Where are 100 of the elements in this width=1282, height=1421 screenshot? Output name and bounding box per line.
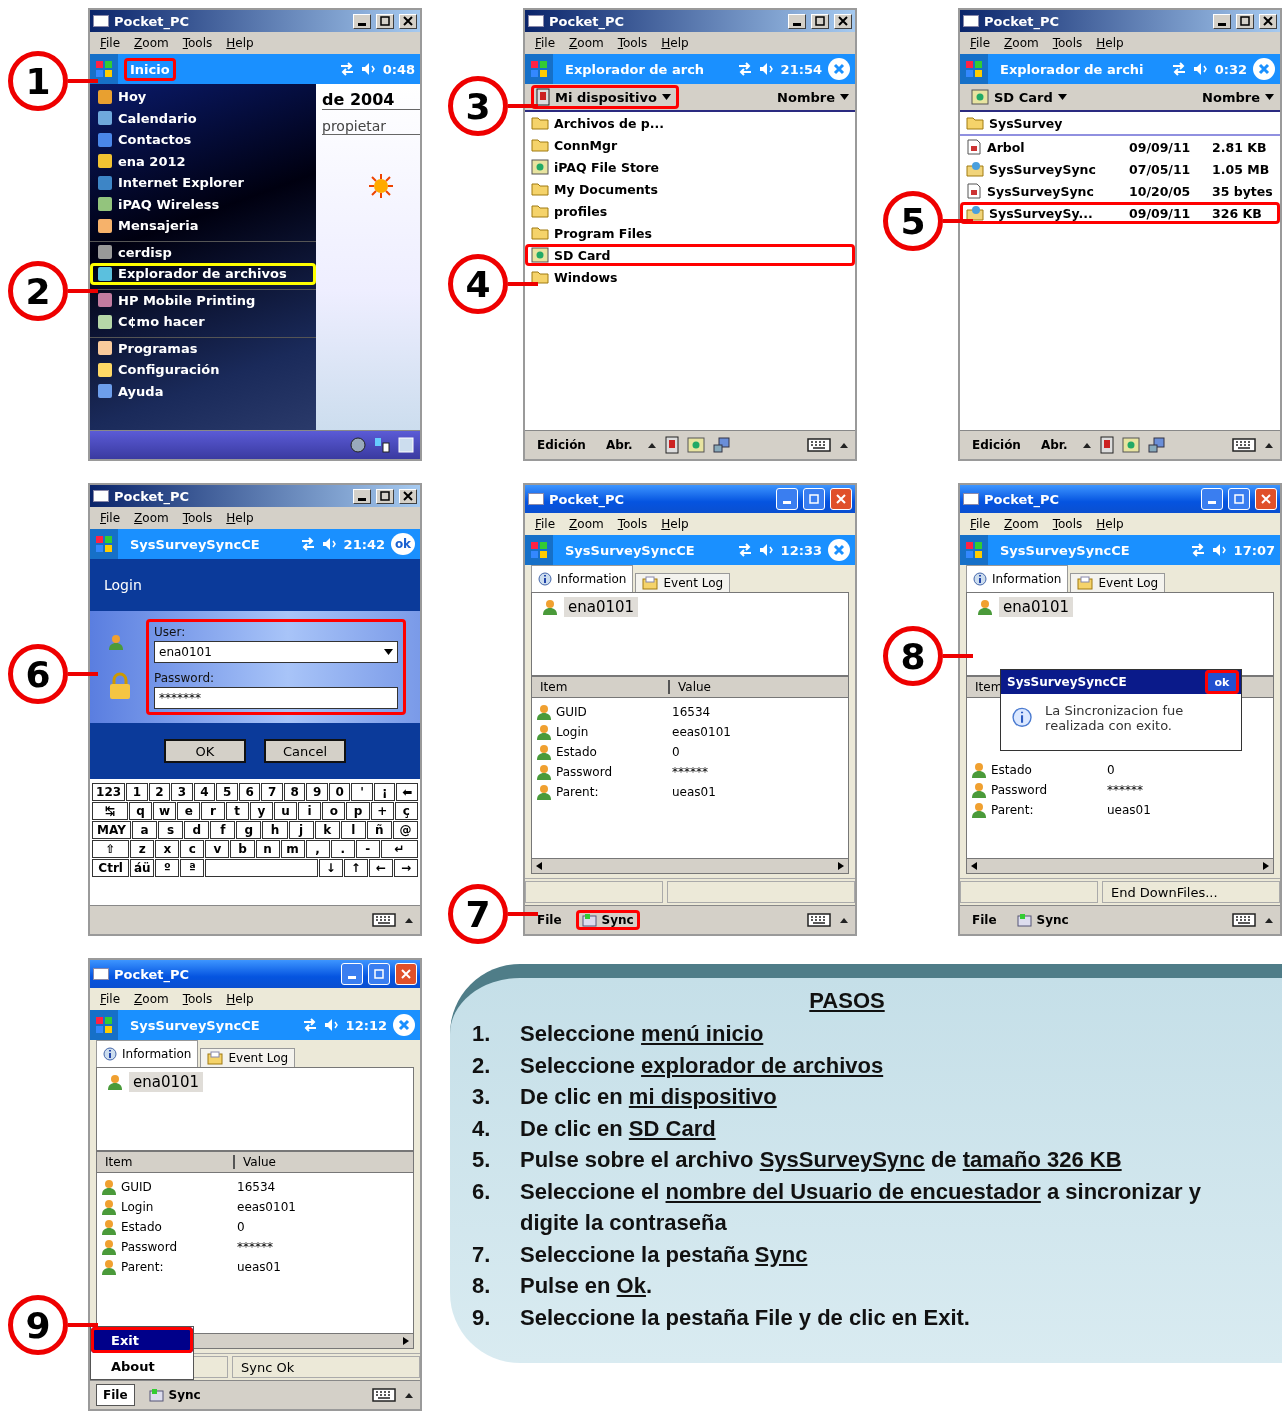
start-button[interactable]	[960, 535, 988, 565]
keyboard-key[interactable]: h	[262, 821, 288, 839]
sort-dropdown[interactable]: Nombre	[777, 89, 849, 105]
speaker-icon[interactable]	[321, 537, 338, 551]
column-header[interactable]: Value	[235, 1155, 284, 1169]
menu-item[interactable]: Tools	[182, 36, 213, 50]
column-header[interactable]: Item	[97, 1155, 235, 1169]
menu-button[interactable]: Abr.	[1034, 435, 1074, 455]
keyboard-key[interactable]: 3	[171, 783, 193, 801]
start-button[interactable]	[90, 54, 118, 84]
start-menu-item[interactable]: HP Mobile Printing	[90, 288, 316, 311]
keyboard-key[interactable]: ↵	[380, 840, 418, 858]
column-header[interactable]: Value	[670, 680, 719, 694]
start-menu-item[interactable]: cerdisp	[90, 240, 316, 263]
start-menu-item[interactable]: iPAQ Wireless	[90, 193, 316, 215]
menu-item[interactable]: Zoom	[134, 36, 169, 50]
keyboard-key[interactable]: ↑	[343, 859, 368, 877]
tab[interactable]: Information	[531, 565, 634, 592]
maximize-button[interactable]	[376, 13, 394, 29]
menu-button[interactable]: File	[966, 910, 1003, 930]
menu-button[interactable]: Sync	[142, 1385, 207, 1405]
start-button[interactable]	[960, 54, 988, 84]
menu-item[interactable]: Tools	[617, 517, 648, 531]
keyboard-key[interactable]: @	[392, 821, 418, 839]
file-row[interactable]: ConnMgr	[525, 134, 855, 156]
space-key[interactable]	[205, 859, 318, 877]
speaker-icon[interactable]	[360, 62, 377, 76]
up-arrow-icon[interactable]	[839, 441, 849, 449]
sync-arrows-icon[interactable]	[338, 62, 355, 76]
menu-button[interactable]: File	[531, 910, 568, 930]
tree-node[interactable]: ena0101	[129, 1072, 204, 1092]
keyboard-key[interactable]: z	[130, 840, 155, 858]
file-row[interactable]: My Documents	[525, 178, 855, 200]
start-menu-item[interactable]: C¢mo hacer	[90, 311, 316, 333]
ok-button[interactable]: ok	[391, 533, 415, 555]
start-menu-item[interactable]: Mensajeria	[90, 215, 316, 237]
menu-item[interactable]: File	[970, 36, 991, 50]
keyboard-key[interactable]: p	[346, 802, 370, 820]
sync-arrows-icon[interactable]	[736, 62, 753, 76]
menu-button[interactable]: Abr.	[599, 435, 639, 455]
close-button[interactable]	[399, 488, 417, 504]
keyboard-key[interactable]: o	[322, 802, 346, 820]
scroll-bar[interactable]	[532, 858, 848, 873]
network-icon[interactable]	[712, 437, 731, 453]
minimize-button[interactable]	[1213, 13, 1231, 29]
menu-item[interactable]: Help	[226, 992, 254, 1006]
speaker-icon[interactable]	[758, 62, 775, 76]
keyboard-key[interactable]: áü	[130, 859, 155, 877]
tab[interactable]: Event Log	[1070, 573, 1166, 592]
location-dropdown[interactable]: SD Card	[966, 86, 1075, 108]
minimize-button[interactable]	[353, 488, 371, 504]
menu-item[interactable]: Tools	[182, 511, 213, 525]
start-menu-item[interactable]: Configuración	[90, 359, 316, 381]
start-menu-item[interactable]: Contactos	[90, 129, 316, 151]
menu-item[interactable]: File	[535, 36, 556, 50]
menu-item[interactable]: Zoom	[569, 517, 604, 531]
dialog-button[interactable]: Cancel	[264, 739, 346, 763]
keyboard-key[interactable]: 2	[148, 783, 171, 801]
keyboard-key[interactable]: ⬅	[396, 783, 418, 801]
menu-item[interactable]: Exit	[91, 1327, 193, 1353]
menu-item[interactable]: Zoom	[134, 992, 169, 1006]
keyboard-key[interactable]: w	[153, 802, 177, 820]
menu-item[interactable]: File	[970, 517, 991, 531]
start-menu-item[interactable]: ena 2012	[90, 150, 316, 172]
menu-item[interactable]: Help	[1096, 517, 1124, 531]
tab[interactable]: Event Log	[635, 573, 731, 592]
keyboard-key[interactable]: 4	[193, 783, 216, 801]
keyboard-icon[interactable]	[807, 438, 831, 452]
menu-button[interactable]: Sync	[575, 910, 640, 930]
menu-button[interactable]: Edición	[966, 435, 1027, 455]
left-arrow-icon[interactable]	[536, 862, 542, 870]
keyboard-key[interactable]: c	[180, 840, 205, 858]
keyboard-key[interactable]: a	[131, 821, 158, 839]
keyboard-icon[interactable]	[1232, 913, 1256, 927]
file-row[interactable]: Archivos de p...	[525, 112, 855, 134]
file-row[interactable]: SysSurveySync 10/20/05 35 bytes	[960, 180, 1280, 202]
start-menu-item[interactable]: Internet Explorer	[90, 172, 316, 194]
file-row[interactable]: SysSurvey	[960, 112, 1280, 136]
sync-arrows-icon[interactable]	[301, 1018, 318, 1032]
devices-icon[interactable]	[374, 437, 390, 453]
keyboard-key[interactable]: ↓	[318, 859, 343, 877]
menu-item[interactable]: Tools	[182, 992, 213, 1006]
file-row[interactable]: SysSurveySy... 09/09/11 326 KB	[960, 202, 1280, 224]
menu-button[interactable]: Edición	[531, 435, 592, 455]
menu-item[interactable]: Zoom	[569, 36, 604, 50]
menu-button[interactable]: File	[96, 1384, 135, 1406]
keyboard-key[interactable]: 5	[216, 783, 238, 801]
keyboard-icon[interactable]	[807, 913, 831, 927]
globe-icon[interactable]	[350, 437, 366, 453]
menu-item[interactable]: File	[100, 36, 121, 50]
speaker-icon[interactable]	[758, 543, 775, 557]
keyboard-key[interactable]: f	[210, 821, 236, 839]
keyboard-key[interactable]: 123	[92, 783, 126, 801]
up-arrow-icon[interactable]	[646, 441, 657, 449]
keyboard-key[interactable]: +	[370, 802, 394, 820]
menu-item[interactable]: Help	[226, 36, 254, 50]
keyboard-key[interactable]: ←	[368, 859, 393, 877]
start-menu-item[interactable]: Hoy	[90, 86, 316, 108]
start-menu-item[interactable]: Explorador de archivos	[90, 263, 316, 285]
keyboard-key[interactable]: y	[249, 802, 273, 820]
